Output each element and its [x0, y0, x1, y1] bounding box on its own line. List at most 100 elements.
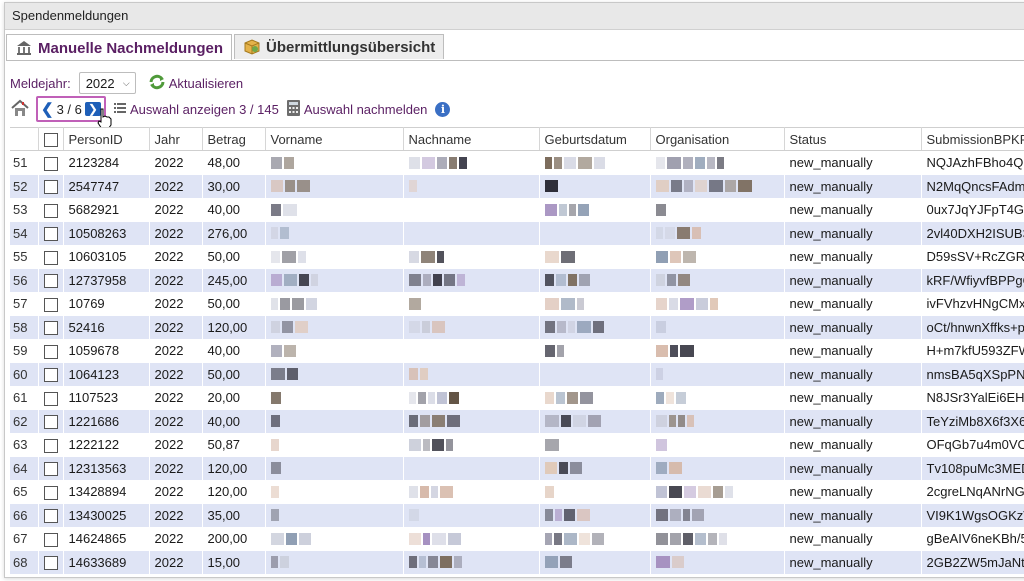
cell-person-id: 1059678 — [63, 339, 149, 363]
cell-select[interactable] — [38, 268, 63, 292]
cell-select[interactable] — [38, 386, 63, 410]
cell-select[interactable] — [38, 550, 63, 574]
row-checkbox[interactable] — [43, 368, 58, 383]
column-header[interactable]: Jahr — [149, 127, 203, 151]
cell-select[interactable] — [38, 315, 63, 339]
tab-transfer-overview[interactable]: Übermittlungsübersicht — [234, 34, 445, 59]
table-row[interactable]: 62 1221686 2022 40,00 new_manually TeYziMb8X6… — [10, 409, 1024, 433]
table-row[interactable]: 68 14633689 2022 15,00 new_manually 2GB2ZW5mJ… — [10, 550, 1024, 574]
row-checkbox[interactable] — [43, 321, 58, 336]
row-checkbox[interactable] — [43, 391, 58, 406]
cell-vorname — [265, 433, 403, 457]
row-checkbox[interactable] — [43, 462, 58, 477]
cell-select[interactable] — [38, 362, 63, 386]
table-row[interactable]: 63 1222122 2022 50,87 new_manually OFqGb7u4m0… — [10, 433, 1024, 457]
cell-select[interactable] — [38, 174, 63, 198]
cell-select[interactable] — [38, 150, 63, 175]
redacted-value — [408, 273, 534, 287]
row-checkbox[interactable] — [43, 509, 58, 524]
row-checkbox[interactable] — [43, 532, 58, 547]
redacted-value — [544, 532, 645, 546]
column-header[interactable]: Betrag — [202, 127, 266, 151]
tab-manual-submissions[interactable]: Manuelle Nachmeldungen — [6, 34, 233, 61]
cell-status: new_manually — [784, 409, 921, 433]
table-row[interactable]: 56 12737958 2022 245,00 new_manually kRF/Wfiy… — [10, 268, 1024, 292]
row-checkbox[interactable] — [43, 438, 58, 453]
cell-select[interactable] — [38, 409, 63, 433]
redacted-value — [544, 320, 645, 334]
redacted-value — [408, 250, 534, 264]
column-header[interactable]: Organisation — [650, 127, 785, 151]
table-row[interactable]: 65 13428894 2022 120,00 new_manually 2cgreLNq… — [10, 480, 1024, 504]
home-icon[interactable] — [10, 99, 30, 120]
redaction-block — [283, 156, 294, 169]
cell-select[interactable] — [38, 503, 63, 527]
row-checkbox[interactable] — [43, 156, 58, 171]
table-row[interactable]: 66 13430025 2022 35,00 new_manually VI9K1WgsO… — [10, 503, 1024, 527]
table-row[interactable]: 57 10769 2022 50,00 new_manually ivFVhzvHNgCM… — [10, 292, 1024, 316]
cell-select[interactable] — [38, 527, 63, 551]
cell-jahr: 2022 — [149, 315, 202, 339]
table-row[interactable]: 52 2547747 2022 30,00 new_manually N2MqQncsFA… — [10, 174, 1024, 198]
show-selection-button[interactable]: Auswahl anzeigen 3 / 145 — [113, 101, 279, 118]
cell-geburtsdatum — [539, 433, 650, 457]
row-checkbox[interactable] — [43, 250, 58, 265]
table-row[interactable]: 51 2123284 2022 48,00 new_manually NQJAzhFBho… — [10, 150, 1024, 175]
submit-selection-button[interactable]: Auswahl nachmelden — [286, 99, 427, 119]
row-checkbox[interactable] — [43, 180, 58, 195]
row-checkbox[interactable] — [43, 274, 58, 289]
row-checkbox[interactable] — [43, 227, 58, 242]
cell-select[interactable] — [38, 245, 63, 269]
redaction-block — [555, 274, 566, 287]
cell-select[interactable] — [38, 433, 63, 457]
table-row[interactable]: 60 1064123 2022 50,00 new_manually nmsBA5qXSp… — [10, 362, 1024, 386]
table-row[interactable]: 67 14624865 2022 200,00 new_manually gBeAIV6n… — [10, 527, 1024, 551]
cell-person-id: 2547747 — [63, 174, 149, 198]
cell-select[interactable] — [38, 221, 63, 245]
column-header[interactable]: Geburtsdatum — [539, 127, 651, 151]
cell-select[interactable] — [38, 198, 63, 222]
header-select-all[interactable] — [38, 127, 64, 151]
cell-select[interactable] — [38, 480, 63, 504]
table-row[interactable]: 64 12313563 2022 120,00 new_manually Tv108puM… — [10, 456, 1024, 480]
chevron-down-icon: ⌵ — [122, 77, 130, 88]
row-checkbox[interactable] — [43, 485, 58, 500]
cell-select[interactable] — [38, 456, 63, 480]
meldejahr-select[interactable]: 2022 ⌵ — [78, 72, 136, 94]
table-row[interactable]: 58 52416 2022 120,00 new_manually oCt/hnwnXff… — [10, 315, 1024, 339]
column-header[interactable]: PersonID — [63, 127, 150, 151]
row-checkbox[interactable] — [43, 344, 58, 359]
table-row[interactable]: 53 5682921 2022 40,00 new_manually 0ux7JqYJFp… — [10, 198, 1024, 222]
column-header[interactable]: Status — [784, 127, 922, 151]
redaction-block — [422, 532, 430, 545]
info-icon[interactable]: i — [435, 101, 451, 117]
table-row[interactable]: 54 10508263 2022 276,00 new_manually 2vl40DXH… — [10, 221, 1024, 245]
column-header[interactable]: Vorname — [265, 127, 404, 151]
cell-jahr: 2022 — [149, 456, 202, 480]
redaction-block — [270, 250, 280, 263]
cell-select[interactable] — [38, 339, 63, 363]
table-row[interactable]: 61 1107523 2022 20,00 new_manually N8JSr3YalE… — [10, 386, 1024, 410]
redaction-block — [544, 156, 552, 169]
refresh-button[interactable]: Aktualisieren — [148, 74, 243, 93]
table-row[interactable]: 59 1059678 2022 40,00 new_manually H+m7kfU593… — [10, 339, 1024, 363]
redaction-block — [682, 250, 696, 263]
select-all-checkbox[interactable] — [43, 132, 58, 147]
row-checkbox[interactable] — [43, 297, 58, 312]
cell-select[interactable] — [38, 292, 63, 316]
cell-nachname — [403, 409, 539, 433]
cell-person-id: 1221686 — [63, 409, 149, 433]
row-checkbox[interactable] — [43, 203, 58, 218]
row-checkbox[interactable] — [43, 415, 58, 430]
column-header[interactable]: SubmissionBPKPr — [921, 127, 1024, 151]
row-checkbox[interactable] — [43, 556, 58, 571]
redacted-value — [408, 297, 534, 311]
cell-person-id: 52416 — [63, 315, 149, 339]
table-row[interactable]: 55 10603105 2022 50,00 new_manually D59sSV+Rc… — [10, 245, 1024, 269]
page-indicator: 3 / 6 — [56, 101, 82, 117]
column-header[interactable]: Nachname — [403, 127, 540, 151]
redaction-block — [724, 180, 736, 193]
chevron-left-icon[interactable]: ❮ — [41, 100, 54, 118]
redaction-block — [421, 156, 435, 169]
redacted-value — [655, 414, 779, 428]
